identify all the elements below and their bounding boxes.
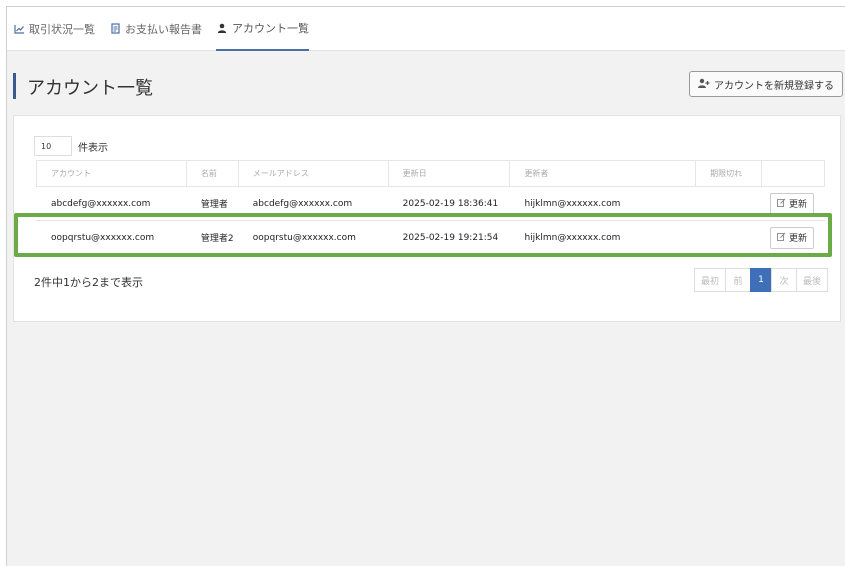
- nav-item-label: アカウント一覧: [232, 21, 309, 35]
- per-page-label: 件表示: [78, 142, 108, 154]
- top-nav: 取引状況一覧 お支払い報告書 アカウント一覧: [7, 7, 845, 51]
- update-button[interactable]: 更新: [770, 192, 815, 215]
- update-button-label: 更新: [789, 200, 808, 210]
- row-highlight-box: [14, 213, 832, 257]
- add-account-button[interactable]: アカウントを新規登録する: [689, 71, 843, 97]
- nav-item-accounts[interactable]: アカウント一覧: [216, 7, 309, 51]
- column-header-action: [761, 160, 825, 187]
- result-summary: 2件中1から2まで表示: [34, 276, 143, 289]
- page-last-button[interactable]: 最後: [795, 268, 828, 292]
- page-first-button[interactable]: 最初: [693, 268, 726, 292]
- column-header-account[interactable]: アカウント: [36, 160, 187, 187]
- user-plus-icon: [698, 78, 710, 91]
- page-prev-button[interactable]: 前: [724, 268, 751, 292]
- column-header-updated-at[interactable]: 更新日: [387, 160, 510, 187]
- table-header-row: アカウント 名前 メールアドレス 更新日 更新者 期限切れ: [36, 160, 825, 187]
- column-header-name[interactable]: 名前: [185, 160, 239, 187]
- nav-item-label: お支払い報告書: [125, 22, 202, 36]
- user-icon: [216, 22, 228, 34]
- pagination: 最初 前 1 次 最後: [693, 268, 828, 292]
- nav-item-payment-report[interactable]: お支払い報告書: [109, 7, 202, 51]
- column-header-email[interactable]: メールアドレス: [237, 160, 389, 187]
- line-chart-icon: [13, 23, 25, 35]
- add-account-label: アカウントを新規登録する: [714, 80, 834, 92]
- edit-icon: [777, 198, 786, 210]
- title-accent-bar: [13, 73, 16, 99]
- page-current-button[interactable]: 1: [749, 268, 772, 292]
- column-header-expired[interactable]: 期限切れ: [695, 160, 762, 187]
- nav-item-label: 取引状況一覧: [29, 22, 95, 36]
- per-page-control: 10 件表示: [34, 136, 108, 156]
- app-frame: 取引状況一覧 お支払い報告書 アカウント一覧 アカウント一覧 アカウントを新規登…: [6, 6, 845, 566]
- column-header-updated-by[interactable]: 更新者: [509, 160, 696, 187]
- per-page-select[interactable]: 10: [34, 136, 72, 156]
- page-header: アカウント一覧 アカウントを新規登録する: [7, 51, 845, 111]
- page-next-button[interactable]: 次: [770, 268, 797, 292]
- page-title: アカウント一覧: [27, 78, 153, 99]
- document-icon: [109, 23, 121, 35]
- nav-item-transactions[interactable]: 取引状況一覧: [13, 7, 95, 51]
